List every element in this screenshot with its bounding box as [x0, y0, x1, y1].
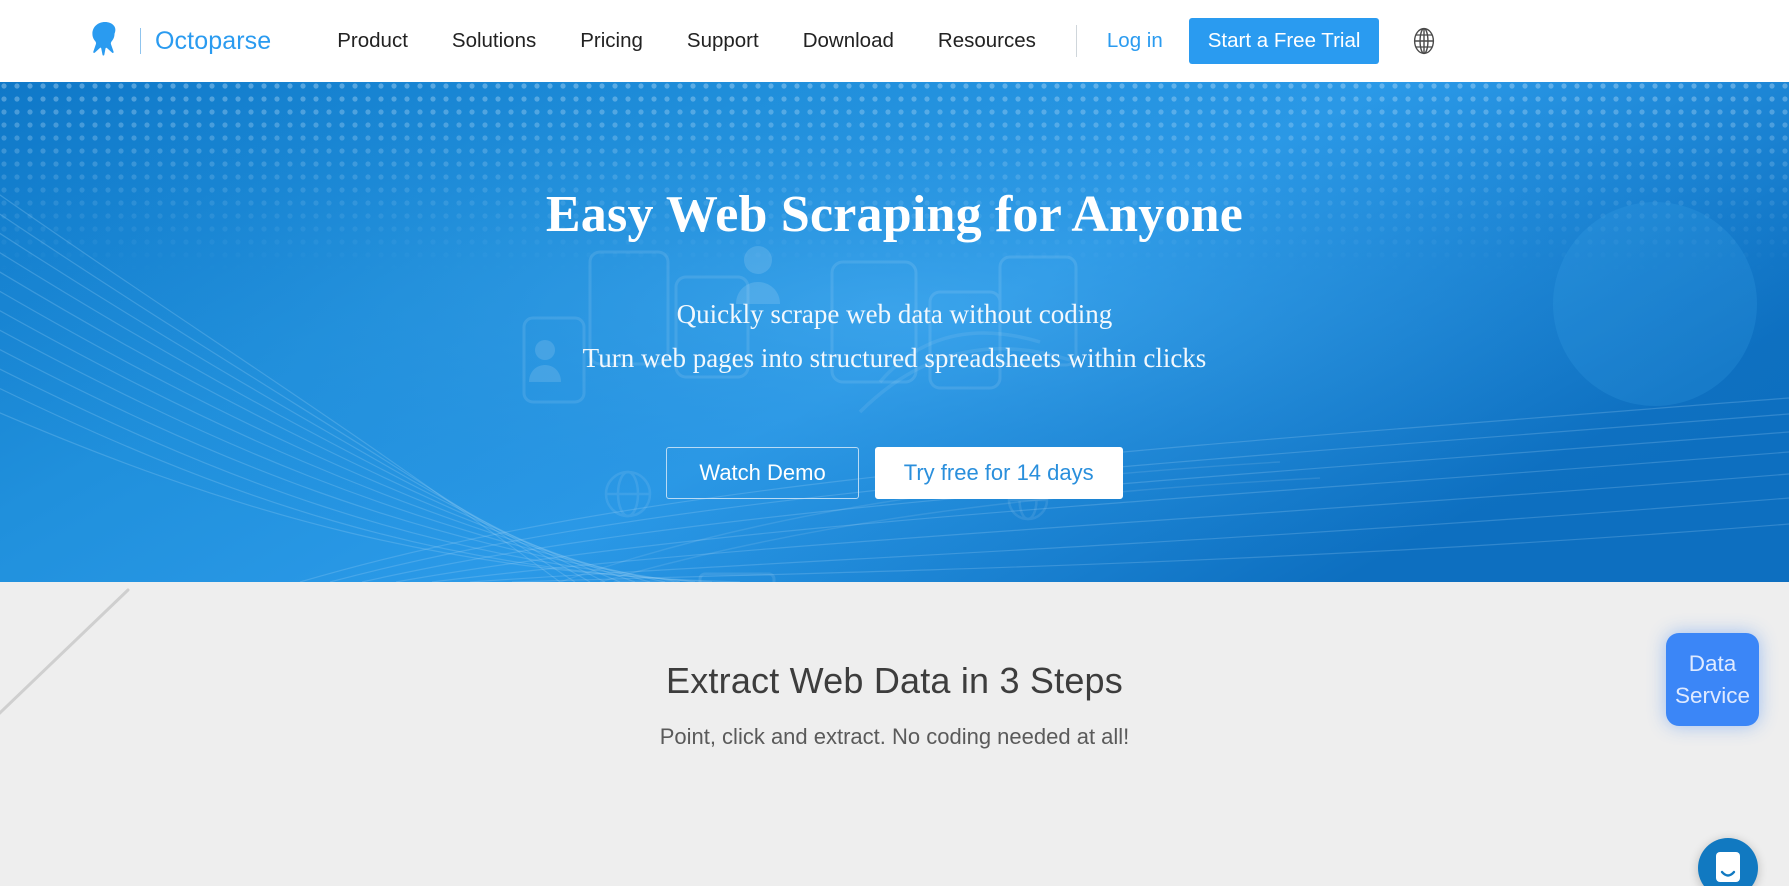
- watch-demo-button[interactable]: Watch Demo: [666, 447, 859, 500]
- nav-link-download[interactable]: Download: [781, 23, 916, 59]
- steps-subtitle: Point, click and extract. No coding need…: [659, 724, 1130, 749]
- nav-right-actions: Log in Start a Free Trial: [1075, 18, 1440, 64]
- hero-subtitle-line-1: Quickly scrape web data without coding: [676, 299, 1113, 330]
- hero-title: Easy Web Scraping for Anyone: [545, 186, 1244, 243]
- hero-banner: Easy Web Scraping for Anyone Quickly scr…: [0, 82, 1789, 582]
- hero-content: Easy Web Scraping for Anyone Quickly scr…: [0, 82, 1789, 500]
- brand-name: Octoparse: [155, 26, 272, 55]
- nav-separator: [1075, 25, 1077, 57]
- brand-logo-link[interactable]: Octoparse: [86, 19, 271, 63]
- nav-link-pricing[interactable]: Pricing: [558, 23, 665, 59]
- login-link[interactable]: Log in: [1095, 23, 1175, 59]
- top-navigation-bar: Octoparse Product Solutions Pricing Supp…: [0, 0, 1789, 82]
- data-service-line-1: Data: [1688, 650, 1737, 676]
- steps-title: Extract Web Data in 3 Steps: [666, 660, 1123, 701]
- start-free-trial-button[interactable]: Start a Free Trial: [1188, 18, 1380, 64]
- nav-link-product[interactable]: Product: [315, 23, 430, 59]
- nav-link-support[interactable]: Support: [665, 23, 781, 59]
- intercom-chat-icon: [1716, 852, 1740, 882]
- nav-link-resources[interactable]: Resources: [916, 23, 1058, 59]
- octopus-logo-icon: [92, 22, 116, 56]
- nav-link-solutions[interactable]: Solutions: [430, 23, 558, 59]
- brand-divider: [140, 28, 141, 54]
- steps-section: Extract Web Data in 3 Steps Point, click…: [0, 582, 1789, 886]
- try-free-button[interactable]: Try free for 14 days: [874, 447, 1123, 500]
- octoparse-landing-page: Octoparse Product Solutions Pricing Supp…: [0, 0, 1789, 886]
- main-nav-links: Product Solutions Pricing Support Downlo…: [315, 23, 1058, 59]
- globe-icon[interactable]: [1409, 26, 1439, 56]
- hero-cta-group: Watch Demo Try free for 14 days: [0, 447, 1789, 500]
- data-service-floating-button[interactable]: Data Service: [1666, 633, 1759, 726]
- hero-subtitle-line-2: Turn web pages into structured spreadshe…: [582, 343, 1207, 374]
- hero-subtitle: Quickly scrape web data without coding T…: [0, 292, 1789, 380]
- data-service-line-2: Service: [1674, 682, 1751, 708]
- steps-content: Extract Web Data in 3 Steps Point, click…: [0, 582, 1789, 750]
